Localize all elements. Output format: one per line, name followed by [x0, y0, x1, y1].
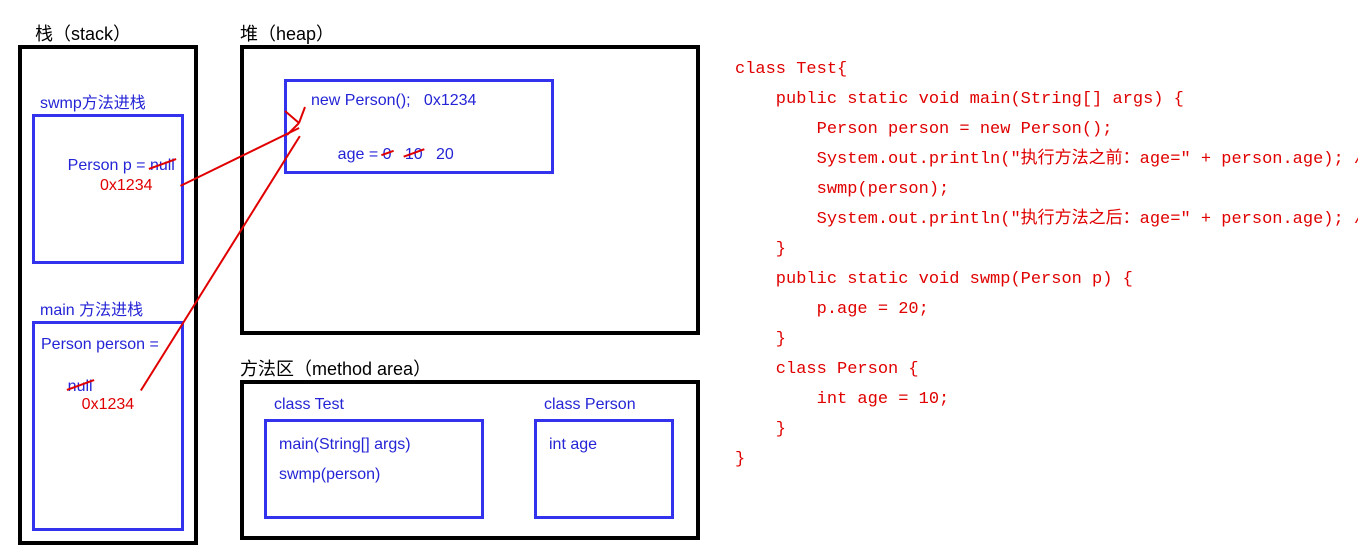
class-person-header: class Person — [544, 396, 636, 414]
heap-new-line: new Person(); 0x1234 — [311, 92, 476, 110]
arrow-heads — [285, 105, 315, 145]
heap-age-line: age = 0 10 20 — [311, 128, 454, 182]
method-area-box: class Test main(String[] args) swmp(pers… — [240, 380, 700, 540]
class-person-box: int age — [534, 419, 674, 519]
swmp-addr: 0x1234 — [100, 177, 153, 195]
main-null-row: null 0x1234 — [41, 360, 134, 432]
main-null-struck: null — [68, 378, 93, 396]
class-test-box: main(String[] args) swmp(person) — [264, 419, 484, 519]
heap-box: new Person(); 0x1234 age = 0 10 20 — [240, 45, 700, 335]
main-frame-label: main 方法进栈 — [40, 296, 143, 320]
heap-age-label: age = — [338, 146, 383, 163]
stack-title: 栈（stack） — [35, 20, 131, 46]
heap-object: new Person(); 0x1234 age = 0 10 20 — [284, 79, 554, 174]
heap-title: 堆（heap） — [240, 20, 334, 46]
person-int-age: int age — [549, 436, 597, 454]
main-addr: 0x1234 — [82, 396, 135, 413]
stack-box: swmp方法进栈 Person p = null 0x1234 main 方法进… — [18, 45, 198, 545]
main-person-line: Person person = — [41, 336, 159, 354]
code-block: class Test{ public static void main(Stri… — [735, 55, 1358, 475]
test-main: main(String[] args) — [279, 436, 411, 454]
heap-age-20: 20 — [436, 146, 454, 163]
method-area-title: 方法区（method area） — [240, 355, 431, 381]
swmp-p-text: Person p = — [68, 157, 150, 174]
swmp-null-struck: null — [150, 157, 175, 175]
swmp-frame-label: swmp方法进栈 — [40, 89, 146, 113]
heap-age-10: 10 — [405, 146, 423, 164]
heap-age-0: 0 — [383, 146, 392, 164]
main-frame: Person person = null 0x1234 — [32, 321, 184, 531]
test-swmp: swmp(person) — [279, 466, 380, 484]
class-test-header: class Test — [274, 396, 344, 414]
swmp-frame: Person p = null 0x1234 — [32, 114, 184, 264]
